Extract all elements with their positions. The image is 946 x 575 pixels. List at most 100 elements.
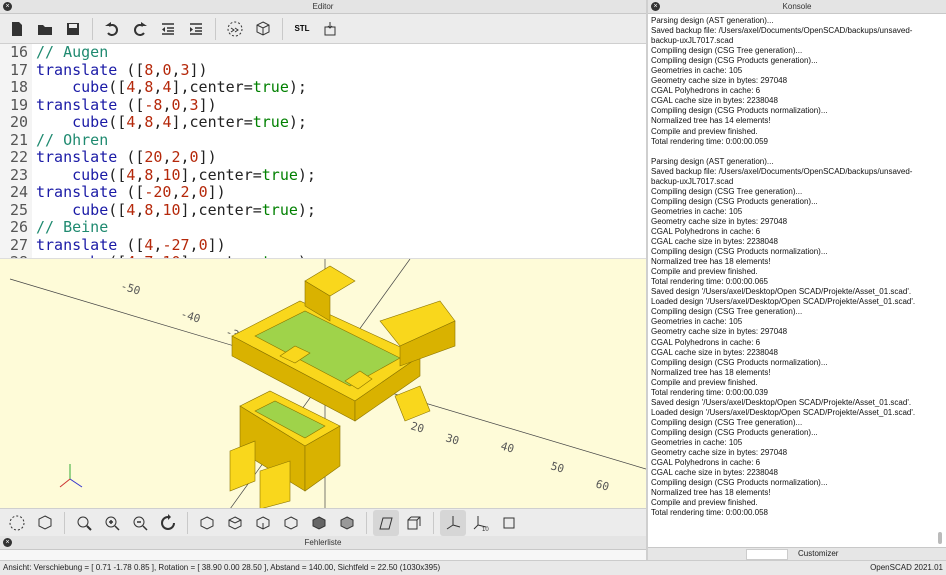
view-back-button[interactable] bbox=[334, 510, 360, 536]
orthogonal-button[interactable] bbox=[401, 510, 427, 536]
model-leg-right bbox=[259, 460, 291, 508]
console-line: Geometry cache size in bytes: 297048 bbox=[651, 448, 788, 458]
close-icon[interactable]: × bbox=[3, 2, 12, 11]
axis-tick-label: 50 bbox=[549, 459, 565, 475]
code-line[interactable]: 22 translate ([20,2,0]) bbox=[0, 148, 646, 167]
code-text: translate ([-8,0,3]) bbox=[36, 95, 217, 114]
save-button[interactable] bbox=[60, 16, 86, 42]
close-icon[interactable]: × bbox=[651, 2, 660, 11]
indent-button[interactable] bbox=[183, 16, 209, 42]
view-top-button[interactable] bbox=[222, 510, 248, 536]
render-small-button[interactable] bbox=[32, 510, 58, 536]
axis-tick-label: -40 bbox=[179, 307, 202, 325]
zoom-in-button[interactable] bbox=[99, 510, 125, 536]
code-line[interactable]: 24 translate ([-20,2,0]) bbox=[0, 183, 646, 202]
console-line: Saved design '/Users/axel/Desktop/Open S… bbox=[651, 397, 912, 407]
axes-icon bbox=[446, 515, 461, 529]
view-bottom-button[interactable] bbox=[250, 510, 276, 536]
redo-icon bbox=[134, 21, 147, 36]
line-number: 23 bbox=[0, 166, 32, 184]
line-number: 21 bbox=[0, 131, 32, 149]
send-to-printer-button[interactable] bbox=[317, 16, 343, 42]
statusbar: Ansicht: Verschiebung = [ 0.71 -1.78 0.8… bbox=[0, 560, 946, 575]
code-text: translate ([4,-27,0]) bbox=[36, 235, 226, 254]
gizmo-x bbox=[59, 478, 71, 488]
show-axes-button[interactable] bbox=[440, 509, 466, 536]
console-line: CGAL cache size in bytes: 2238048 bbox=[651, 237, 778, 247]
console-line: CGAL cache size in bytes: 2238048 bbox=[651, 347, 778, 357]
console-line: Loaded design '/Users/axel/Desktop/Open … bbox=[651, 297, 916, 307]
console-line: Compile and preview finished. bbox=[651, 377, 758, 387]
console-line: CGAL cache size in bytes: 2238048 bbox=[651, 96, 778, 106]
tab-customizer[interactable]: Customizer bbox=[798, 548, 838, 560]
close-icon[interactable]: × bbox=[3, 538, 12, 547]
perspective-icon bbox=[379, 517, 393, 529]
code-line[interactable]: 19 translate ([-8,0,3]) bbox=[0, 95, 646, 114]
code-line[interactable]: 23 cube([4,8,10],center=true); bbox=[0, 166, 646, 184]
line-number: 24 bbox=[0, 183, 32, 202]
code-line[interactable]: 18 cube([4,8,4],center=true); bbox=[0, 78, 646, 97]
console-line: Geometries in cache: 105 bbox=[651, 317, 743, 327]
model-render: -50-40-30-20-102030405060 bbox=[9, 259, 646, 508]
perspective-button[interactable] bbox=[373, 509, 399, 536]
unindent-icon bbox=[162, 22, 174, 35]
undo-button[interactable] bbox=[99, 16, 125, 42]
show-scale-button[interactable]: 10 bbox=[468, 510, 494, 536]
console-line: Geometry cache size in bytes: 297048 bbox=[651, 327, 788, 337]
view-front-button[interactable] bbox=[306, 510, 332, 536]
console-line: Total rendering time: 0:00:00.065 bbox=[651, 277, 768, 287]
editor-titlebar: × Editor bbox=[0, 0, 646, 14]
gizmo-y bbox=[69, 478, 83, 488]
console-scrollbar[interactable] bbox=[938, 532, 942, 544]
folder-icon bbox=[38, 24, 52, 35]
console-line: Geometry cache size in bytes: 297048 bbox=[651, 216, 788, 226]
line-number: 20 bbox=[0, 113, 32, 132]
cube-top-icon bbox=[228, 515, 242, 530]
unindent-button[interactable] bbox=[155, 16, 181, 42]
code-editor[interactable]: 16// Augen 17 translate ([8,0,3]) 18 cube([… bbox=[0, 44, 646, 258]
console-line: Compiling design (CSG Products normaliza… bbox=[651, 106, 828, 116]
reset-view-button[interactable] bbox=[155, 510, 181, 536]
render-button[interactable] bbox=[250, 16, 276, 42]
code-line[interactable]: 20 cube([4,8,4],center=true); bbox=[0, 113, 646, 132]
code-line[interactable]: 17 translate ([8,0,3]) bbox=[0, 61, 646, 79]
code-line[interactable]: 21// Ohren bbox=[0, 130, 646, 149]
console-output[interactable]: Parsing design (AST generation)... Saved … bbox=[648, 14, 946, 547]
zoom-out-icon bbox=[133, 516, 148, 531]
tab-console[interactable] bbox=[746, 549, 788, 560]
reset-icon bbox=[161, 513, 175, 530]
line-number: 16 bbox=[0, 44, 32, 62]
view-all-button[interactable] bbox=[71, 510, 97, 536]
code-text: translate ([-20,2,0]) bbox=[36, 183, 226, 201]
error-list-title: Fehlerliste bbox=[304, 538, 342, 547]
preview-small-button[interactable] bbox=[4, 510, 30, 536]
redo-button[interactable] bbox=[127, 16, 153, 42]
model-leg-left bbox=[229, 440, 256, 492]
preview-button[interactable] bbox=[222, 16, 248, 42]
console-title: Konsole bbox=[782, 2, 812, 11]
console-line: Compile and preview finished. bbox=[651, 267, 758, 277]
code-line[interactable]: 26// Beine bbox=[0, 218, 646, 237]
console-line: Normalized tree has 14 elements! bbox=[651, 116, 771, 126]
3d-viewport[interactable]: -50-40-30-20-102030405060 bbox=[0, 258, 646, 508]
cube-bottom-icon bbox=[256, 515, 270, 530]
show-edges-button[interactable] bbox=[496, 510, 522, 536]
new-file-button[interactable] bbox=[4, 16, 30, 42]
export-stl-button[interactable]: STL bbox=[289, 16, 315, 42]
console-line: Compiling design (CSG Products generatio… bbox=[651, 196, 818, 206]
orthogonal-icon bbox=[407, 516, 421, 529]
view-left-button[interactable] bbox=[278, 510, 304, 536]
console-line: Compiling design (CSG Tree generation)..… bbox=[651, 307, 803, 317]
code-line[interactable]: 16// Augen bbox=[0, 44, 646, 62]
code-text: // Ohren bbox=[36, 130, 109, 149]
console-line: Geometries in cache: 105 bbox=[651, 66, 743, 76]
scale-markers-icon: 10 bbox=[473, 515, 489, 532]
error-list-titlebar: × Fehlerliste bbox=[0, 536, 646, 550]
stl-label: STL bbox=[294, 24, 310, 33]
code-line[interactable]: 27 translate ([4,-27,0]) bbox=[0, 235, 646, 254]
zoom-out-button[interactable] bbox=[127, 510, 153, 536]
console-line: Normalized tree has 18 elements! bbox=[651, 257, 771, 267]
code-line[interactable]: 25 cube([4,8,10],center=true); bbox=[0, 201, 646, 219]
open-file-button[interactable] bbox=[32, 16, 58, 42]
view-right-button[interactable] bbox=[194, 510, 220, 536]
